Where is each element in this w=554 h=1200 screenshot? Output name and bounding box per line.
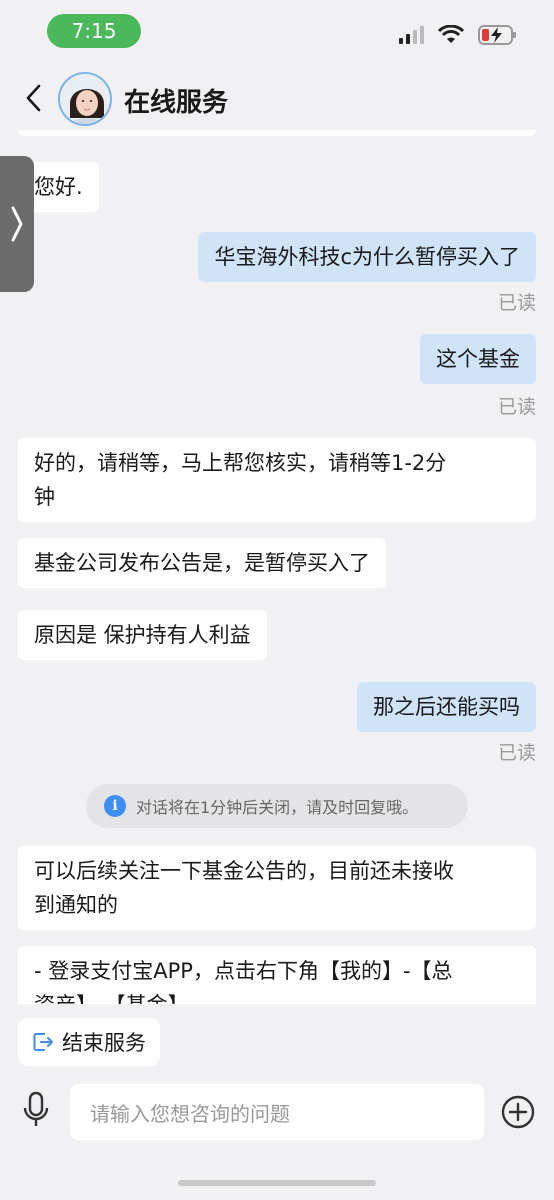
- read-receipt: 已读: [497, 292, 536, 314]
- message-line: 好的，请稍等，马上帮您核实，请稍等1-2分: [34, 451, 447, 475]
- voice-input-button[interactable]: [20, 1090, 52, 1130]
- wifi-icon: [438, 25, 464, 43]
- message-outgoing: 那之后还能买吗: [357, 682, 536, 732]
- message-outgoing: 这个基金: [420, 334, 536, 384]
- side-panel-toggle[interactable]: [0, 156, 34, 292]
- notice-text: 对话将在1分钟后关闭，请及时回复哦。: [136, 798, 419, 817]
- message-line: - 登录支付宝APP，点击右下角【我的】-【总: [34, 959, 453, 983]
- message-incoming: - 登录支付宝APP，点击右下角【我的】-【总 资产】-【基金】: [18, 946, 536, 1004]
- agent-avatar[interactable]: [58, 72, 112, 126]
- cellular-signal-icon: [399, 26, 424, 44]
- info-icon: i: [104, 795, 126, 817]
- back-button[interactable]: [18, 78, 48, 118]
- session-timeout-notice: i 对话将在1分钟后关闭，请及时回复哦。: [86, 784, 468, 828]
- chat-messages[interactable]: 您好. 华宝海外科技c为什么暂停买入了 已读 这个基金 已读 好的，请稍等，马上…: [0, 136, 554, 1004]
- status-icons: [399, 24, 518, 46]
- chevron-right-icon: [11, 206, 23, 242]
- message-incoming: 可以后续关注一下基金公告的，目前还未接收 到通知的: [18, 846, 536, 930]
- message-line: 资产】-【基金】: [34, 988, 520, 1004]
- home-indicator: [178, 1180, 376, 1186]
- read-receipt: 已读: [497, 742, 536, 764]
- page-title: 在线服务: [124, 88, 229, 118]
- battery-charging-icon: [478, 25, 516, 45]
- end-service-label: 结束服务: [62, 1031, 146, 1055]
- read-receipt: 已读: [497, 396, 536, 418]
- message-outgoing: 华宝海外科技c为什么暂停买入了: [198, 232, 536, 282]
- message-incoming: 基金公司发布公告是，是暂停买入了: [18, 538, 386, 588]
- more-options-button[interactable]: [500, 1094, 536, 1130]
- plus-circle-icon: [501, 1095, 535, 1129]
- microphone-icon: [23, 1091, 49, 1126]
- message-line: 可以后续关注一下基金公告的，目前还未接收: [34, 859, 454, 883]
- message-incoming: 好的，请稍等，马上帮您核实，请稍等1-2分 钟: [18, 438, 536, 522]
- exit-icon: [33, 1033, 53, 1051]
- message-input[interactable]: 请输入您想咨询的问题: [70, 1084, 484, 1140]
- status-time: 7:15: [47, 14, 141, 48]
- message-incoming: 原因是 保护持有人利益: [18, 610, 267, 660]
- chat-header: 在线服务: [0, 64, 554, 136]
- message-line: 到通知的: [34, 893, 118, 917]
- message-line: 钟: [34, 485, 55, 509]
- end-service-button[interactable]: 结束服务: [18, 1018, 160, 1066]
- status-bar: 7:15: [0, 0, 554, 64]
- chevron-left-icon: [26, 84, 41, 112]
